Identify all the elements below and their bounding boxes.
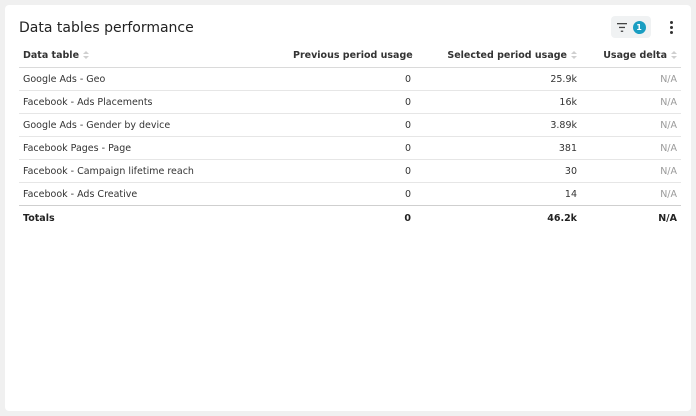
cell-previous-usage: 0 [289,159,415,183]
totals-row: Totals 0 46.2k N/A [19,206,681,231]
cell-previous-usage: 0 [289,90,415,114]
cell-usage-delta: N/A [581,90,681,114]
cell-selected-usage: 16k [415,90,581,114]
cell-selected-usage: 30 [415,159,581,183]
sort-icon [571,51,577,59]
cell-usage-delta: N/A [581,113,681,137]
data-tables-performance-widget: Data tables performance 1 Data table Pre… [5,5,691,411]
column-header-selected-period-usage[interactable]: Selected period usage [415,44,581,68]
table-row: Facebook - Campaign lifetime reach 0 30 … [19,159,681,183]
cell-data-table: Facebook - Campaign lifetime reach [19,159,289,183]
cell-data-table: Facebook Pages - Page [19,136,289,160]
data-tables-table: Data table Previous period usage Selecte… [19,44,681,230]
column-header-usage-delta[interactable]: Usage delta [581,44,681,68]
cell-data-table: Facebook - Ads Placements [19,90,289,114]
table-row: Google Ads - Gender by device 0 3.89k N/… [19,113,681,137]
table-row: Google Ads - Geo 0 25.9k N/A [19,67,681,91]
widget-title: Data tables performance [19,20,194,36]
cell-selected-usage: 3.89k [415,113,581,137]
cell-previous-usage: 0 [289,67,415,91]
totals-label: Totals [23,212,55,224]
column-header-data-table[interactable]: Data table [19,44,289,68]
sort-icon [671,51,677,59]
table-row: Facebook Pages - Page 0 381 N/A [19,136,681,160]
widget-header: Data tables performance 1 [19,16,679,41]
filter-button[interactable]: 1 [611,16,651,38]
table-row: Facebook - Ads Placements 0 16k N/A [19,90,681,114]
cell-selected-usage: 25.9k [415,67,581,91]
cell-usage-delta: N/A [581,136,681,160]
sort-icon [83,51,90,59]
filter-count-badge: 1 [632,20,646,34]
table-row: Facebook - Ads Creative 0 14 N/A [19,182,681,206]
cell-usage-delta: N/A [581,67,681,91]
cell-previous-usage: 0 [289,182,415,206]
cell-usage-delta: N/A [581,182,681,206]
cell-previous-usage: 0 [289,113,415,137]
more-options-button[interactable] [663,17,679,37]
cell-selected-usage: 381 [415,136,581,160]
cell-data-table: Google Ads - Gender by device [19,113,289,137]
totals-previous-usage: 0 [404,212,411,224]
cell-selected-usage: 14 [415,182,581,206]
filter-icon [616,22,627,32]
more-vertical-icon [669,20,673,24]
column-header-previous-period-usage[interactable]: Previous period usage [289,44,415,68]
table-header-row: Data table Previous period usage Selecte… [19,44,681,68]
totals-selected-usage: 46.2k [547,212,577,224]
cell-usage-delta: N/A [581,159,681,183]
cell-data-table: Facebook - Ads Creative [19,182,289,206]
totals-usage-delta: N/A [658,212,677,224]
cell-data-table: Google Ads - Geo [19,67,289,91]
cell-previous-usage: 0 [289,136,415,160]
